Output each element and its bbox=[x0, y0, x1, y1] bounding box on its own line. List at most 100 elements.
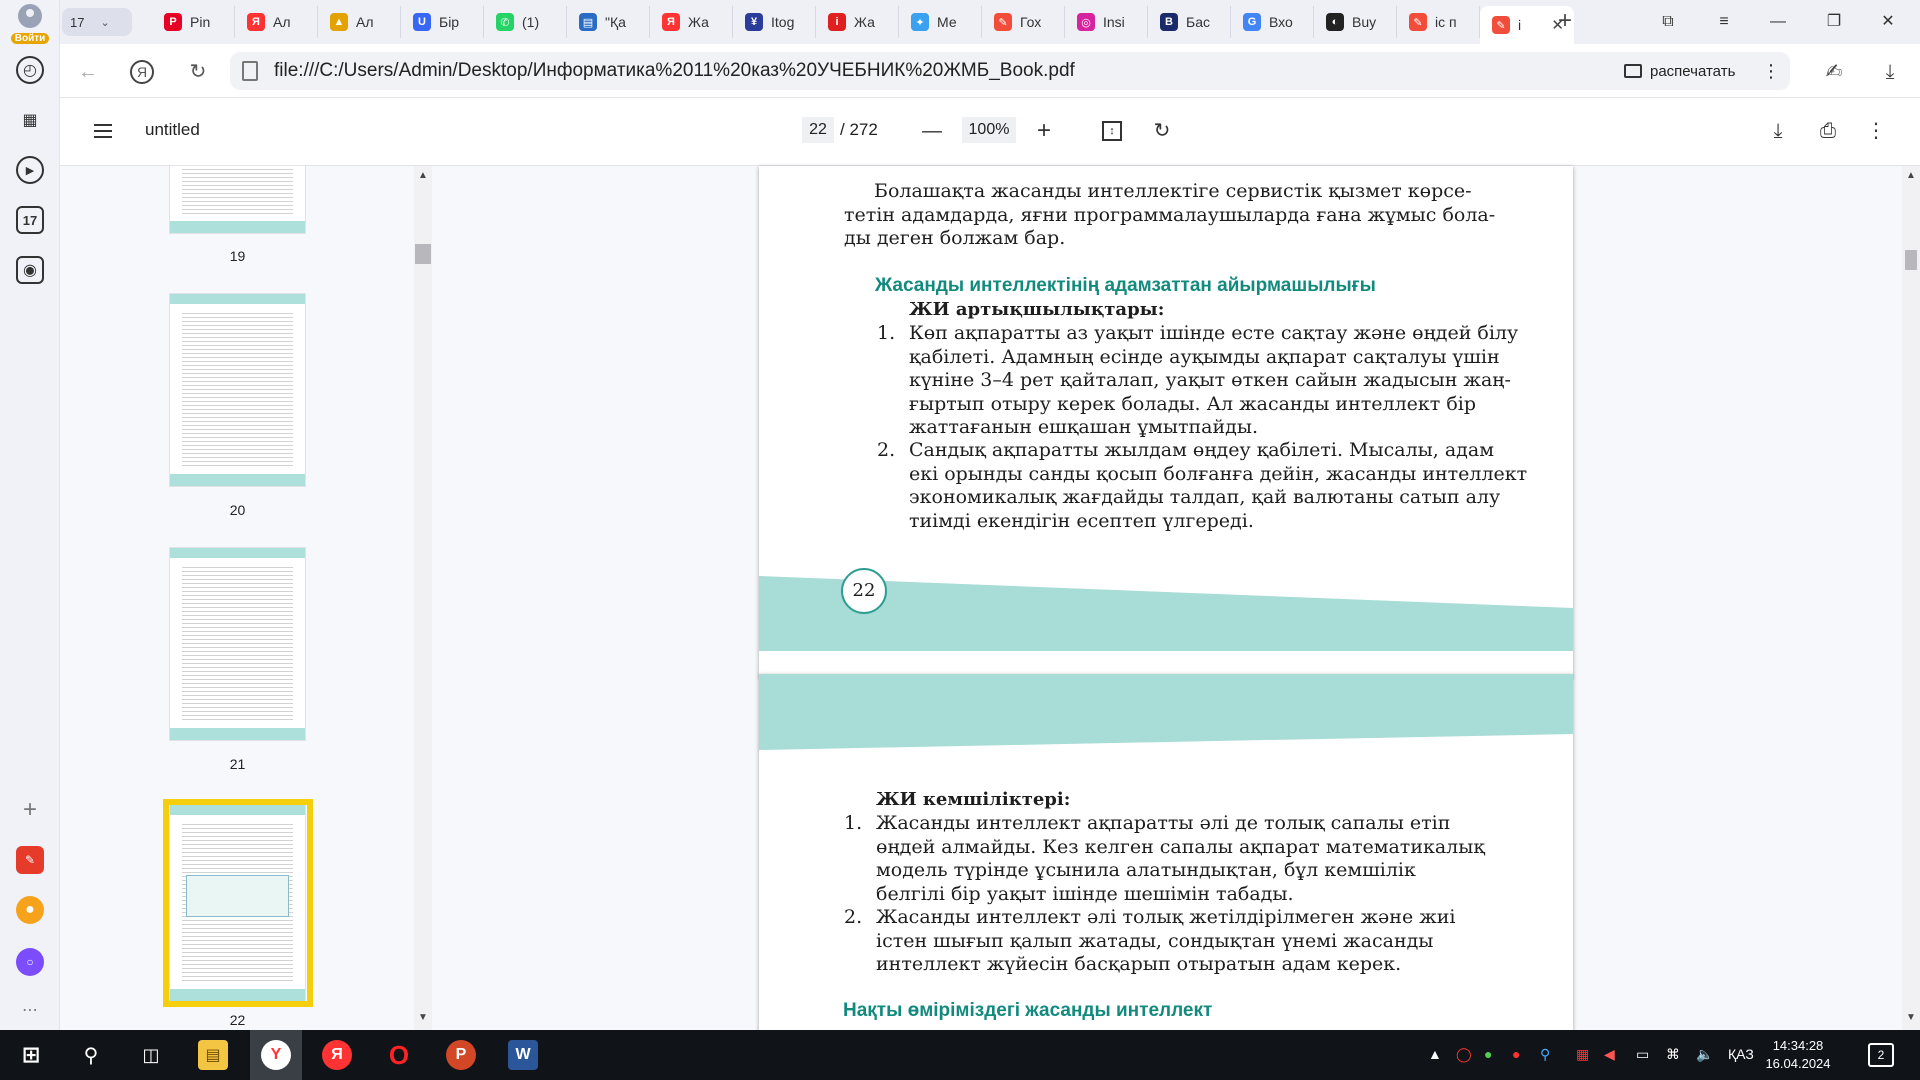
yandex-icon[interactable]: Я bbox=[322, 1040, 352, 1070]
tab-label: Жа bbox=[854, 14, 875, 30]
tray-green-icon[interactable]: ● bbox=[1484, 1046, 1492, 1062]
tab-label: Ал bbox=[273, 14, 291, 30]
mute-icon[interactable]: ◀ bbox=[1604, 1046, 1615, 1063]
scroll-up-arrow[interactable]: ▲ bbox=[418, 170, 428, 181]
more-options-icon[interactable]: ⋮ bbox=[1862, 117, 1890, 145]
search-icon[interactable]: ⚲ bbox=[76, 1040, 106, 1070]
history-icon[interactable]: ◴ bbox=[16, 56, 44, 84]
fit-page-icon[interactable]: ↕ bbox=[1102, 121, 1122, 141]
tab-8[interactable]: ¥ Itog bbox=[733, 6, 816, 38]
zoom-in-button[interactable]: + bbox=[1030, 117, 1058, 145]
download-pdf-icon[interactable]: ⤓ bbox=[1764, 117, 1792, 145]
tab-10[interactable]: ✦ Ме bbox=[899, 6, 982, 38]
yandex-home-icon[interactable]: Я bbox=[130, 60, 154, 84]
scroll-down-arrow[interactable]: ▼ bbox=[1906, 1012, 1916, 1023]
clock[interactable]: 14:34:28 16.04.2024 bbox=[1758, 1037, 1838, 1073]
pdf-app-icon[interactable]: ✎ bbox=[16, 846, 44, 874]
profile-button[interactable]: Войти bbox=[8, 4, 52, 44]
url-field[interactable]: file:///C:/Users/Admin/Desktop/Информати… bbox=[230, 52, 1660, 90]
minimize-button[interactable]: — bbox=[1758, 8, 1798, 36]
zoom-level-input[interactable]: 100% bbox=[962, 117, 1016, 143]
bn-icon: B bbox=[1160, 13, 1178, 31]
screenshot-icon[interactable]: ◉ bbox=[16, 256, 44, 284]
tab-1[interactable]: P Pin bbox=[152, 6, 235, 38]
back-button[interactable]: ← bbox=[74, 58, 102, 86]
more-dots-icon[interactable]: ⋯ bbox=[16, 996, 44, 1024]
tab-label: Бір bbox=[439, 14, 460, 30]
page-number-badge: 22 bbox=[841, 568, 887, 614]
restore-button[interactable]: ❐ bbox=[1814, 8, 1854, 36]
tab-14[interactable]: G Вхо bbox=[1231, 6, 1314, 38]
rotate-icon[interactable]: ↻ bbox=[1148, 117, 1176, 145]
volume-icon[interactable]: 🔈 bbox=[1696, 1046, 1713, 1063]
tab-16[interactable]: ✎ іс п bbox=[1397, 6, 1480, 38]
task-view-icon[interactable]: ◫ bbox=[136, 1040, 166, 1070]
thumbnail-band bbox=[170, 221, 305, 233]
tab-label: (1) bbox=[522, 14, 540, 30]
word-icon[interactable]: W bbox=[508, 1040, 538, 1070]
tab-count-button[interactable]: 17 ⌄ bbox=[62, 8, 132, 36]
play-icon[interactable]: ▶ bbox=[16, 156, 44, 184]
advantages-heading: ЖИ артықшылықтары: bbox=[909, 299, 1165, 320]
opera-tray-icon[interactable]: ◯ bbox=[1456, 1046, 1472, 1063]
collections-icon[interactable]: ▦ bbox=[16, 106, 44, 134]
thumbnail-page-19[interactable] bbox=[170, 166, 305, 233]
info-icon: i bbox=[828, 13, 846, 31]
thumbnail-page-20[interactable] bbox=[170, 294, 305, 486]
scroll-up-arrow[interactable]: ▲ bbox=[1906, 170, 1916, 181]
notifications-button[interactable]: 2 bbox=[1868, 1043, 1894, 1067]
tab-11[interactable]: ✎ Гох bbox=[982, 6, 1065, 38]
tab-13[interactable]: B Бас bbox=[1148, 6, 1231, 38]
tray-app-icon[interactable]: ▲ bbox=[1428, 1046, 1442, 1062]
tab-7[interactable]: Я Жа bbox=[650, 6, 733, 38]
language-indicator[interactable]: ҚАЗ bbox=[1728, 1046, 1754, 1062]
file-explorer-icon[interactable]: ▤ bbox=[198, 1040, 228, 1070]
menu-icon[interactable]: ≡ bbox=[1704, 8, 1744, 36]
header-band-shape bbox=[759, 674, 1573, 750]
tab-2[interactable]: Я Ал bbox=[235, 6, 318, 38]
sidebar-toggle-icon[interactable] bbox=[94, 124, 112, 138]
reload-button[interactable]: ↻ bbox=[184, 58, 212, 86]
tab-12[interactable]: ◎ Insi bbox=[1065, 6, 1148, 38]
add-icon[interactable]: + bbox=[16, 796, 44, 824]
tab-4[interactable]: U Бір bbox=[401, 6, 484, 38]
scroll-down-arrow[interactable]: ▼ bbox=[418, 1012, 428, 1023]
zoom-out-button[interactable]: — bbox=[918, 117, 946, 145]
close-window-button[interactable]: ✕ bbox=[1868, 8, 1908, 36]
text-line: ғыртып отыру керек болады. Ал жасанды ин… bbox=[909, 392, 1477, 415]
address-bar: ← Я ↻ file:///C:/Users/Admin/Desktop/Инф… bbox=[60, 44, 1920, 98]
alice-icon[interactable]: ○ bbox=[16, 948, 44, 976]
download-icon[interactable]: ⤓ bbox=[1876, 58, 1904, 86]
pdf-icon: ✎ bbox=[994, 13, 1012, 31]
tab-5[interactable]: ✆ (1) bbox=[484, 6, 567, 38]
location-icon[interactable]: ⚲ bbox=[1540, 1046, 1550, 1063]
wifi-icon[interactable]: ⌘ bbox=[1666, 1046, 1680, 1063]
scrollbar-thumb[interactable] bbox=[1905, 250, 1917, 270]
more-icon[interactable]: ⋮ bbox=[1762, 61, 1780, 82]
thumbnail-scrollbar[interactable]: ▲ ▼ bbox=[414, 166, 432, 1030]
document-scrollbar[interactable]: ▲ ▼ bbox=[1902, 166, 1920, 1030]
tab-9[interactable]: i Жа bbox=[816, 6, 899, 38]
calendar-icon[interactable]: 17 bbox=[16, 206, 44, 234]
pdf-tray-icon[interactable]: ▦ bbox=[1576, 1046, 1589, 1063]
reading-mode-icon[interactable]: ✍ bbox=[1820, 58, 1848, 86]
yandex-tray-icon[interactable]: ● bbox=[1512, 1046, 1520, 1062]
tab-3[interactable]: ▲ Ал bbox=[318, 6, 401, 38]
battery-icon[interactable]: ▭ bbox=[1636, 1046, 1649, 1063]
zen-icon[interactable]: ● bbox=[16, 896, 44, 924]
text-line: модель түрінде ұсынила алатындықтан, бұл… bbox=[876, 859, 1416, 881]
tab-6[interactable]: ▤ "Қа bbox=[567, 6, 650, 38]
thumbnail-page-21[interactable] bbox=[170, 548, 305, 740]
print-button[interactable]: распечатать ⋮ bbox=[1610, 52, 1790, 90]
yandex-browser-icon[interactable]: Y bbox=[261, 1040, 291, 1070]
new-tab-button[interactable]: + bbox=[1549, 8, 1581, 36]
tab-layout-icon[interactable]: ⧉ bbox=[1648, 8, 1688, 36]
powerpoint-icon[interactable]: P bbox=[446, 1040, 476, 1070]
page-number-input[interactable]: 22 bbox=[802, 117, 834, 143]
list-item-text: Сандық ақпаратты жылдам өңдеу қабілеті. … bbox=[909, 439, 1527, 533]
windows-start-icon[interactable]: ⊞ bbox=[16, 1040, 46, 1070]
print-pdf-icon[interactable]: ⎙ bbox=[1814, 117, 1842, 145]
scrollbar-thumb[interactable] bbox=[415, 244, 431, 264]
opera-icon[interactable]: O bbox=[384, 1040, 414, 1070]
tab-15[interactable]: ◐ Buy bbox=[1314, 6, 1397, 38]
